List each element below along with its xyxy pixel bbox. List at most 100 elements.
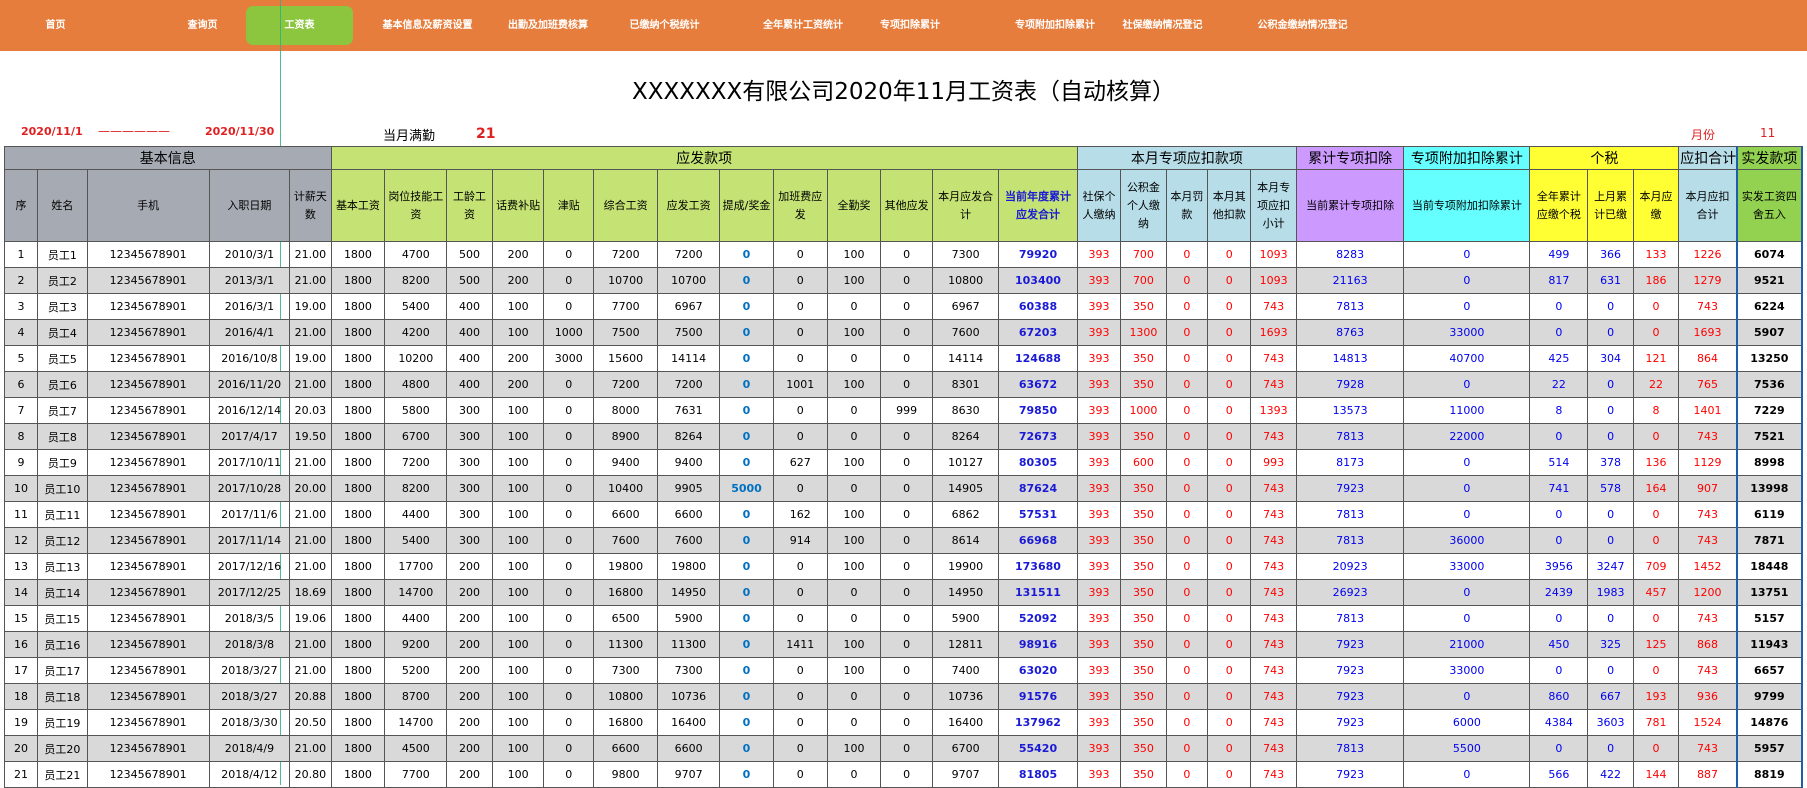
cell-6[interactable]: 1800 — [330, 683, 386, 710]
cell-12[interactable]: 7200 — [657, 241, 721, 268]
cell-16[interactable]: 0 — [880, 761, 934, 788]
cell-4[interactable]: 2013/3/1 — [208, 267, 291, 294]
cell-1[interactable]: 10 — [3, 475, 39, 502]
cell-11[interactable]: 19800 — [593, 553, 659, 580]
cell-10[interactable]: 0 — [543, 241, 595, 268]
cell-27[interactable]: 0 — [1587, 657, 1634, 684]
cell-11[interactable]: 9400 — [593, 449, 659, 476]
cell-26[interactable]: 2439 — [1529, 579, 1589, 606]
cell-8[interactable]: 300 — [446, 423, 493, 450]
cell-29[interactable]: 765 — [1678, 371, 1738, 398]
cell-11[interactable]: 7700 — [593, 293, 659, 320]
cell-1[interactable]: 1 — [3, 241, 39, 268]
table-row[interactable]: 17 员工17 12345678901 2018/3/27 21.00 1800 5200 2… — [3, 657, 1804, 684]
cell-1[interactable]: 20 — [3, 735, 39, 762]
cell-21[interactable]: 0 — [1165, 709, 1209, 736]
cell-25[interactable]: 0 — [1403, 761, 1531, 788]
cell-11[interactable]: 10700 — [593, 267, 659, 294]
cell-25[interactable]: 6000 — [1403, 709, 1531, 736]
cell-1[interactable]: 16 — [3, 631, 39, 658]
cell-9[interactable]: 100 — [491, 683, 545, 710]
cell-19[interactable]: 393 — [1076, 345, 1122, 372]
cell-29[interactable]: 1401 — [1678, 397, 1738, 424]
cell-26[interactable]: 817 — [1529, 267, 1589, 294]
cell-20[interactable]: 350 — [1120, 579, 1167, 606]
cell-12[interactable]: 10700 — [657, 267, 721, 294]
cell-10[interactable]: 0 — [543, 397, 595, 424]
cell-2[interactable]: 员工4 — [37, 319, 88, 346]
cell-23[interactable]: 743 — [1250, 501, 1297, 528]
cell-18[interactable]: 63672 — [998, 371, 1078, 398]
cell-6[interactable]: 1800 — [330, 761, 386, 788]
cell-11[interactable]: 8900 — [593, 423, 659, 450]
cell-15[interactable]: 0 — [826, 761, 882, 788]
cell-13[interactable]: 0 — [719, 345, 774, 372]
cell-24[interactable]: 7813 — [1295, 605, 1405, 632]
cell-17[interactable]: 7600 — [932, 319, 1000, 346]
cell-24[interactable]: 14813 — [1295, 345, 1405, 372]
cell-5[interactable]: 21.00 — [289, 735, 332, 762]
cell-2[interactable]: 员工19 — [37, 709, 88, 736]
cell-27[interactable]: 3247 — [1587, 553, 1634, 580]
cell-6[interactable]: 1800 — [330, 423, 386, 450]
cell-14[interactable]: 914 — [772, 527, 828, 554]
cell-25[interactable]: 21000 — [1403, 631, 1531, 658]
cell-14[interactable]: 0 — [772, 761, 828, 788]
cell-23[interactable]: 743 — [1250, 579, 1297, 606]
cell-20[interactable]: 350 — [1120, 683, 1167, 710]
cell-13[interactable]: 0 — [719, 371, 774, 398]
cell-12[interactable]: 11300 — [657, 631, 721, 658]
cell-12[interactable]: 10736 — [657, 683, 721, 710]
cell-8[interactable]: 200 — [446, 761, 493, 788]
cell-26[interactable]: 0 — [1529, 319, 1589, 346]
cell-17[interactable]: 7400 — [932, 657, 1000, 684]
cell-16[interactable]: 0 — [880, 241, 934, 268]
cell-28[interactable]: 0 — [1632, 657, 1680, 684]
cell-9[interactable]: 100 — [491, 527, 545, 554]
cell-13[interactable]: 0 — [719, 709, 774, 736]
cell-18[interactable]: 79920 — [998, 241, 1078, 268]
cell-23[interactable]: 743 — [1250, 761, 1297, 788]
cell-9[interactable]: 100 — [491, 605, 545, 632]
cell-19[interactable]: 393 — [1076, 683, 1122, 710]
cell-22[interactable]: 0 — [1206, 735, 1252, 762]
cell-15[interactable]: 0 — [826, 709, 882, 736]
cell-30[interactable]: 6657 — [1735, 657, 1804, 684]
cell-1[interactable]: 6 — [3, 371, 39, 398]
cell-9[interactable]: 100 — [491, 397, 545, 424]
cell-20[interactable]: 350 — [1120, 553, 1167, 580]
cell-17[interactable]: 9707 — [932, 761, 1000, 788]
cell-27[interactable]: 366 — [1587, 241, 1634, 268]
cell-14[interactable]: 0 — [772, 683, 828, 710]
cell-8[interactable]: 200 — [446, 553, 493, 580]
cell-2[interactable]: 员工1 — [37, 241, 88, 268]
cell-27[interactable]: 0 — [1587, 371, 1634, 398]
cell-5[interactable]: 21.00 — [289, 449, 332, 476]
cell-7[interactable]: 5200 — [384, 657, 448, 684]
cell-5[interactable]: 21.00 — [289, 501, 332, 528]
cell-22[interactable]: 0 — [1206, 761, 1252, 788]
cell-12[interactable]: 6600 — [657, 735, 721, 762]
cell-17[interactable]: 6700 — [932, 735, 1000, 762]
cell-4[interactable]: 2016/10/8 — [208, 345, 291, 372]
cell-6[interactable]: 1800 — [330, 527, 386, 554]
cell-25[interactable]: 0 — [1403, 293, 1531, 320]
cell-26[interactable]: 0 — [1529, 657, 1589, 684]
cell-1[interactable]: 11 — [3, 501, 39, 528]
cell-8[interactable]: 500 — [446, 267, 493, 294]
cell-20[interactable]: 700 — [1120, 267, 1167, 294]
table-row[interactable]: 3 员工3 12345678901 2016/3/1 19.00 1800 5400 400 1… — [3, 293, 1804, 320]
cell-28[interactable]: 121 — [1632, 345, 1680, 372]
cell-27[interactable]: 304 — [1587, 345, 1634, 372]
cell-27[interactable]: 0 — [1587, 397, 1634, 424]
cell-5[interactable]: 19.00 — [289, 345, 332, 372]
cell-28[interactable]: 0 — [1632, 293, 1680, 320]
cell-26[interactable]: 860 — [1529, 683, 1589, 710]
cell-26[interactable]: 741 — [1529, 475, 1589, 502]
cell-18[interactable]: 80305 — [998, 449, 1078, 476]
cell-28[interactable]: 709 — [1632, 553, 1680, 580]
cell-28[interactable]: 164 — [1632, 475, 1680, 502]
cell-26[interactable]: 499 — [1529, 241, 1589, 268]
cell-29[interactable]: 743 — [1678, 527, 1738, 554]
cell-30[interactable]: 13998 — [1735, 475, 1804, 502]
